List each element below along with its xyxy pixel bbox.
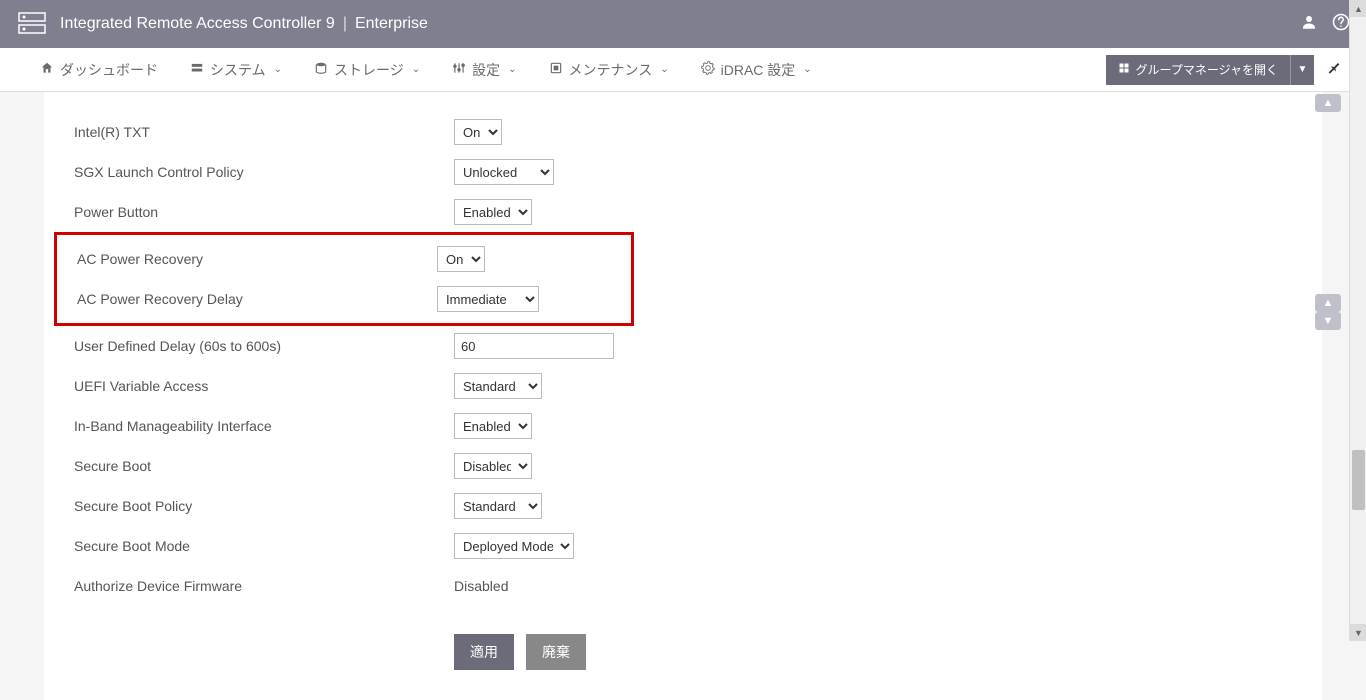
chevron-down-icon: ⌄ (803, 64, 811, 75)
nav-label: ダッシュボード (60, 60, 158, 80)
row-user-delay: User Defined Delay (60s to 600s) (74, 326, 1292, 366)
panel-scroll-down-icon[interactable]: ▼ (1315, 312, 1341, 330)
product-edition: Enterprise (355, 15, 428, 33)
label-ac-recovery: AC Power Recovery (77, 251, 437, 267)
row-inband: In-Band Manageability Interface Enabled (74, 406, 1292, 446)
gear-icon (701, 61, 715, 78)
nav-label: システム (210, 60, 266, 80)
scroll-thumb[interactable] (1352, 450, 1365, 510)
select-intel-txt[interactable]: On (454, 119, 502, 145)
row-secure-boot-mode: Secure Boot Mode Deployed Mode (74, 526, 1292, 566)
scroll-down-icon[interactable]: ▼ (1350, 624, 1366, 641)
panel-scroll-up-2-icon[interactable]: ▲ (1315, 294, 1341, 312)
nav-maintenance[interactable]: メンテナンス ⌄ (533, 48, 685, 91)
panel-scroll-buttons: ▲ ▲ ▼ (1315, 94, 1343, 114)
chevron-down-icon: ⌄ (660, 64, 668, 75)
label-ac-recovery-delay: AC Power Recovery Delay (77, 291, 437, 307)
system-icon (190, 61, 204, 78)
row-sgx-policy: SGX Launch Control Policy Unlocked (74, 152, 1292, 192)
settings-form: Intel(R) TXT On SGX Launch Control Polic… (44, 92, 1322, 700)
select-ac-recovery-delay[interactable]: Immediate (437, 286, 539, 312)
chevron-down-icon: ⌄ (274, 64, 282, 75)
select-secure-boot-policy[interactable]: Standard (454, 493, 542, 519)
label-secure-boot-mode: Secure Boot Mode (74, 538, 454, 554)
label-user-delay: User Defined Delay (60s to 600s) (74, 338, 454, 354)
select-power-button[interactable]: Enabled (454, 199, 532, 225)
storage-icon (314, 61, 328, 78)
button-label: グループマネージャを開く (1136, 61, 1278, 78)
label-intel-txt: Intel(R) TXT (74, 124, 454, 140)
nav-settings[interactable]: 設定 ⌄ (436, 48, 532, 91)
group-manager-button[interactable]: グループマネージャを開く (1106, 55, 1290, 85)
label-uefi-var: UEFI Variable Access (74, 378, 454, 394)
panel-scroll-up-icon[interactable]: ▲ (1315, 94, 1341, 112)
chevron-down-icon: ⌄ (508, 64, 516, 75)
product-logo-icon (16, 8, 48, 40)
label-authorize-fw: Authorize Device Firmware (74, 578, 454, 594)
nav-label: iDRAC 設定 (721, 60, 796, 80)
row-intel-txt: Intel(R) TXT On (74, 112, 1292, 152)
row-authorize-fw: Authorize Device Firmware Disabled (74, 566, 1292, 606)
nav-system[interactable]: システム ⌄ (174, 48, 298, 91)
row-power-button: Power Button Enabled (74, 192, 1292, 232)
help-icon[interactable] (1332, 13, 1350, 36)
discard-button[interactable]: 廃棄 (526, 634, 586, 670)
select-secure-boot-mode[interactable]: Deployed Mode (454, 533, 574, 559)
select-ac-recovery[interactable]: On (437, 246, 485, 272)
action-buttons: 適用 廃棄 (74, 634, 1292, 670)
label-power-button: Power Button (74, 204, 454, 220)
product-name: Integrated Remote Access Controller 9 (60, 15, 335, 33)
row-uefi-var: UEFI Variable Access Standard (74, 366, 1292, 406)
sliders-icon (452, 61, 466, 78)
row-ac-recovery: AC Power Recovery On (77, 239, 631, 279)
label-secure-boot: Secure Boot (74, 458, 454, 474)
group-icon (1118, 62, 1130, 77)
select-sgx-policy[interactable]: Unlocked (454, 159, 554, 185)
nav-storage[interactable]: ストレージ ⌄ (298, 48, 436, 91)
maintenance-icon (549, 61, 563, 78)
title-divider: | (343, 15, 347, 33)
row-ac-recovery-delay: AC Power Recovery Delay Immediate (77, 279, 631, 319)
user-icon[interactable] (1300, 13, 1318, 36)
group-manager-split-button: グループマネージャを開く ▼ (1106, 55, 1314, 85)
nav-dashboard[interactable]: ダッシュボード (24, 48, 174, 91)
nav-bar: ダッシュボード システム ⌄ ストレージ ⌄ 設定 ⌄ メンテナンス ⌄ iDR… (0, 48, 1366, 92)
group-manager-dropdown[interactable]: ▼ (1290, 55, 1314, 85)
highlighted-section: AC Power Recovery On AC Power Recovery D… (54, 232, 634, 326)
select-uefi-var[interactable]: Standard (454, 373, 542, 399)
label-sgx-policy: SGX Launch Control Policy (74, 164, 454, 180)
pin-icon[interactable] (1326, 59, 1342, 80)
product-title: Integrated Remote Access Controller 9 | … (60, 15, 428, 33)
select-inband[interactable]: Enabled (454, 413, 532, 439)
nav-label: 設定 (472, 60, 500, 80)
home-icon (40, 61, 54, 78)
browser-scrollbar[interactable]: ▲ ▼ (1349, 0, 1366, 641)
value-authorize-fw: Disabled (454, 578, 508, 594)
row-secure-boot: Secure Boot Disabled (74, 446, 1292, 486)
nav-label: ストレージ (334, 60, 404, 80)
nav-idrac-settings[interactable]: iDRAC 設定 ⌄ (685, 48, 828, 91)
apply-button[interactable]: 適用 (454, 634, 514, 670)
select-secure-boot[interactable]: Disabled (454, 453, 532, 479)
nav-label: メンテナンス (569, 60, 653, 80)
chevron-down-icon: ⌄ (412, 64, 420, 75)
label-inband: In-Band Manageability Interface (74, 418, 454, 434)
label-secure-boot-policy: Secure Boot Policy (74, 498, 454, 514)
input-user-delay[interactable] (454, 333, 614, 359)
row-secure-boot-policy: Secure Boot Policy Standard (74, 486, 1292, 526)
scroll-up-icon[interactable]: ▲ (1350, 0, 1366, 17)
top-bar: Integrated Remote Access Controller 9 | … (0, 0, 1366, 48)
